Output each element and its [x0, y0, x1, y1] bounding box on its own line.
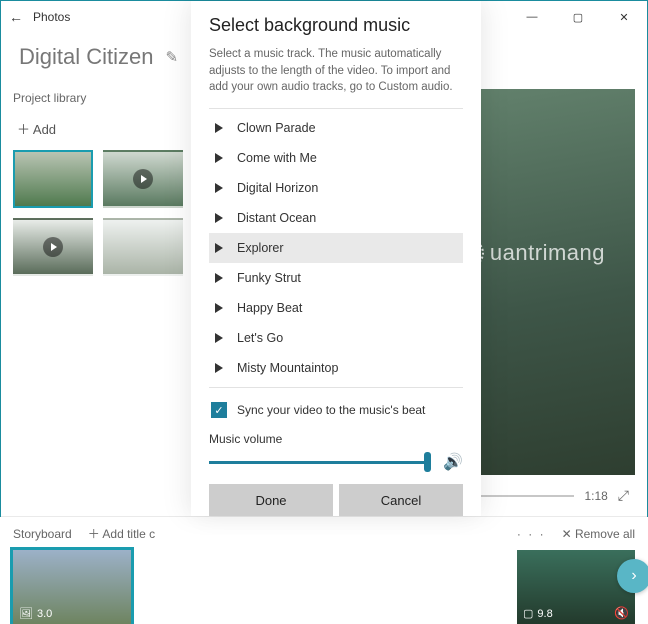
play-triangle-icon [215, 273, 223, 283]
mute-icon[interactable]: 🔇 [614, 606, 629, 620]
play-triangle-icon [215, 213, 223, 223]
done-button[interactable]: Done [209, 484, 333, 516]
track-item[interactable]: Misty Mountaintop [209, 353, 463, 383]
track-label: Clown Parade [237, 121, 316, 135]
track-label: Happy Beat [237, 301, 302, 315]
storyboard-clip[interactable]: 🖼3.0 [13, 550, 131, 624]
checkbox-checked-icon[interactable]: ✓ [211, 402, 227, 418]
play-triangle-icon [215, 123, 223, 133]
volume-label: Music volume [209, 432, 463, 446]
track-item[interactable]: Distant Ocean [209, 203, 463, 233]
track-item[interactable]: Let's Go [209, 323, 463, 353]
play-triangle-icon [215, 243, 223, 253]
remove-all-button[interactable]: ✕ Remove all [562, 527, 635, 541]
volume-slider[interactable] [209, 461, 431, 464]
play-triangle-icon [215, 303, 223, 313]
next-fab-button[interactable]: › [617, 559, 648, 593]
track-label: Digital Horizon [237, 181, 318, 195]
dialog-description: Select a music track. The music automati… [209, 46, 463, 96]
play-triangle-icon [215, 153, 223, 163]
image-icon: 🖼 [19, 607, 33, 620]
play-triangle-icon [215, 333, 223, 343]
track-label: Let's Go [237, 331, 283, 345]
background-music-dialog: Select background music Select a music t… [191, 1, 481, 516]
sync-label: Sync your video to the music's beat [237, 403, 425, 417]
track-item[interactable]: Explorer [209, 233, 463, 263]
video-icon: ▢ [523, 607, 533, 620]
storyboard-panel: Storyboard ＋ Add title c · · · ✕ Remove … [1, 516, 647, 624]
track-item[interactable]: Come with Me [209, 143, 463, 173]
track-label: Come with Me [237, 151, 317, 165]
play-triangle-icon [215, 363, 223, 373]
track-label: Explorer [237, 241, 284, 255]
storyboard-clip[interactable]: ▢9.8 🔇 [517, 550, 635, 624]
track-item[interactable]: Digital Horizon [209, 173, 463, 203]
track-label: Misty Mountaintop [237, 361, 338, 375]
track-item[interactable]: Clown Parade [209, 113, 463, 143]
track-item[interactable]: Funky Strut [209, 263, 463, 293]
speaker-icon: 🔊 [443, 452, 463, 472]
add-title-card-button[interactable]: ＋ Add title c [88, 525, 155, 542]
storyboard-more-icon[interactable]: · · · [517, 527, 546, 541]
sync-checkbox-row[interactable]: ✓ Sync your video to the music's beat [209, 392, 463, 424]
storyboard-title: Storyboard [13, 527, 72, 541]
cancel-button[interactable]: Cancel [339, 484, 463, 516]
track-label: Funky Strut [237, 271, 301, 285]
track-label: Distant Ocean [237, 211, 316, 225]
track-item[interactable]: Happy Beat [209, 293, 463, 323]
dialog-title: Select background music [209, 15, 463, 36]
play-triangle-icon [215, 183, 223, 193]
track-list: Clown Parade Come with Me Digital Horizon D… [209, 113, 463, 383]
